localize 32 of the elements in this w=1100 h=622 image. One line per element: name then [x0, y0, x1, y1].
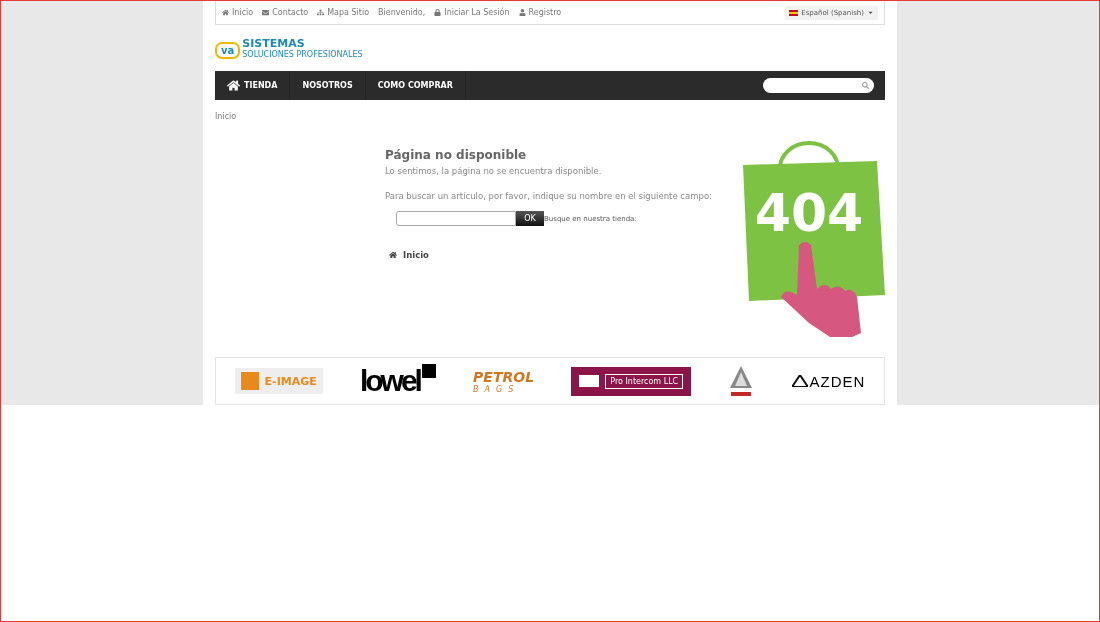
- user-icon: [518, 9, 526, 16]
- home-icon: [222, 9, 229, 16]
- top-link[interactable]: Inicio: [222, 8, 254, 17]
- sitemap-icon: [317, 9, 325, 16]
- search-prompt: Para buscar un artículo, por favor, indique su nombre en el siguiente campo:: [385, 191, 712, 201]
- welcome-text: Bienvenido,: [378, 8, 426, 17]
- search-field[interactable]: [763, 78, 874, 93]
- top-link[interactable]: Mapa Sitio: [317, 8, 370, 17]
- home-icon: [389, 251, 397, 259]
- lock-icon: [434, 9, 442, 16]
- nav-item[interactable]: TIENDA: [215, 71, 291, 100]
- flag-icon: [789, 9, 799, 16]
- nav-item[interactable]: NOSOTROS: [290, 71, 366, 100]
- error-message: Lo sentimos, la página no se encuentra disponible.: [385, 166, 603, 176]
- search-icon: [862, 82, 869, 89]
- azden-logo[interactable]: AZDEN: [791, 372, 866, 390]
- emblem-logo[interactable]: [728, 364, 755, 398]
- nav-item[interactable]: COMO COMPRAR: [365, 71, 466, 100]
- page-title: Página no disponible: [385, 148, 528, 162]
- caret-icon: [867, 9, 874, 16]
- home-link[interactable]: Inicio: [389, 250, 712, 260]
- top-link[interactable]: Contacto: [262, 8, 309, 17]
- envelope-icon: [262, 9, 270, 16]
- lowel-logo[interactable]: lowel: [359, 364, 436, 398]
- ok-button[interactable]: OK: [516, 211, 544, 226]
- petrol-bags-logo[interactable]: PETROL BAGS: [473, 368, 535, 394]
- search-input[interactable]: [396, 211, 516, 226]
- breadcrumb-link[interactable]: Inicio: [215, 112, 885, 121]
- pro-intercom-logo[interactable]: Pro Intercom LLC: [571, 366, 692, 396]
- top-link[interactable]: Registro: [518, 8, 562, 17]
- top-link[interactable]: Iniciar La Sesión: [434, 8, 510, 17]
- home-icon: [227, 79, 240, 92]
